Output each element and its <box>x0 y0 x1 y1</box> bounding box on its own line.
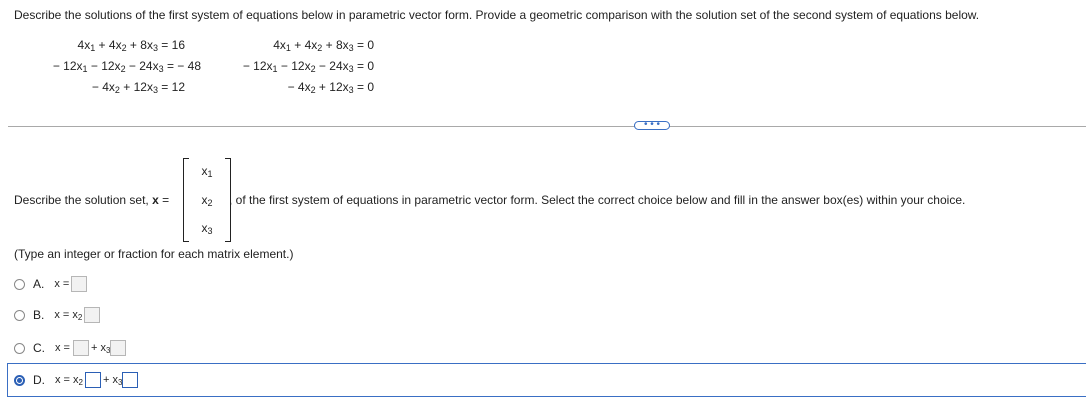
option-d-box-2[interactable] <box>122 372 139 388</box>
option-b-lhs: x = x2 <box>54 309 83 322</box>
option-d[interactable]: D. x = x2 + x3 <box>14 370 139 390</box>
describe-instruction: , of the first system of equations in pa… <box>229 193 966 207</box>
option-b-letter: B. <box>33 308 45 322</box>
option-b[interactable]: B. x = x2 <box>14 305 101 325</box>
section-divider <box>8 126 1086 127</box>
more-button[interactable]: • • • <box>634 120 670 130</box>
option-a-letter: A. <box>33 277 45 291</box>
system2-eq2: − 12x1 − 12x2 − 24x3 = 0 <box>242 59 374 74</box>
system2-eq1: 4x1 + 4x2 + 8x3 = 0 <box>273 38 374 53</box>
option-b-box[interactable] <box>84 307 101 323</box>
option-b-radio[interactable] <box>14 309 25 321</box>
option-c-letter: C. <box>33 341 45 355</box>
option-d-lhs: x = x2 <box>55 374 83 387</box>
system1-eq1: 4x1 + 4x2 + 8x3 = 16 <box>77 38 185 53</box>
option-c-box-1[interactable] <box>72 340 89 356</box>
input-hint: (Type an integer or fraction for each ma… <box>14 247 294 261</box>
selected-option-frame <box>7 363 1086 397</box>
option-d-radio[interactable] <box>14 374 25 386</box>
matrix-entry-x2: x2 <box>201 193 213 208</box>
matrix-entry-x3: x3 <box>201 221 213 236</box>
option-c-plus: + x3 <box>90 342 111 355</box>
option-c-lhs: x = <box>55 342 70 354</box>
option-c[interactable]: C. x = + x3 <box>14 338 127 358</box>
option-d-plus: + x3 <box>103 374 123 387</box>
option-a[interactable]: A. x = <box>14 274 88 294</box>
option-c-radio[interactable] <box>14 342 25 354</box>
option-a-lhs: x = <box>54 278 70 290</box>
vector-x-matrix: x1 x2 x3 <box>183 158 231 242</box>
option-c-box-2[interactable] <box>110 340 127 356</box>
option-d-letter: D. <box>33 373 45 387</box>
matrix-entry-x1: x1 <box>201 164 213 179</box>
system1-eq3: − 4x2 + 12x3 = 12 <box>91 80 185 95</box>
option-a-box[interactable] <box>71 276 88 292</box>
describe-label: Describe the solution set, x = <box>14 193 170 207</box>
system2-eq3: − 4x2 + 12x3 = 0 <box>287 80 374 95</box>
option-a-radio[interactable] <box>14 278 25 290</box>
system1-eq2: − 12x1 − 12x2 − 24x3 = − 48 <box>52 59 201 74</box>
question-prompt: Describe the solutions of the first syst… <box>14 8 980 22</box>
option-d-box-1[interactable] <box>85 372 101 388</box>
